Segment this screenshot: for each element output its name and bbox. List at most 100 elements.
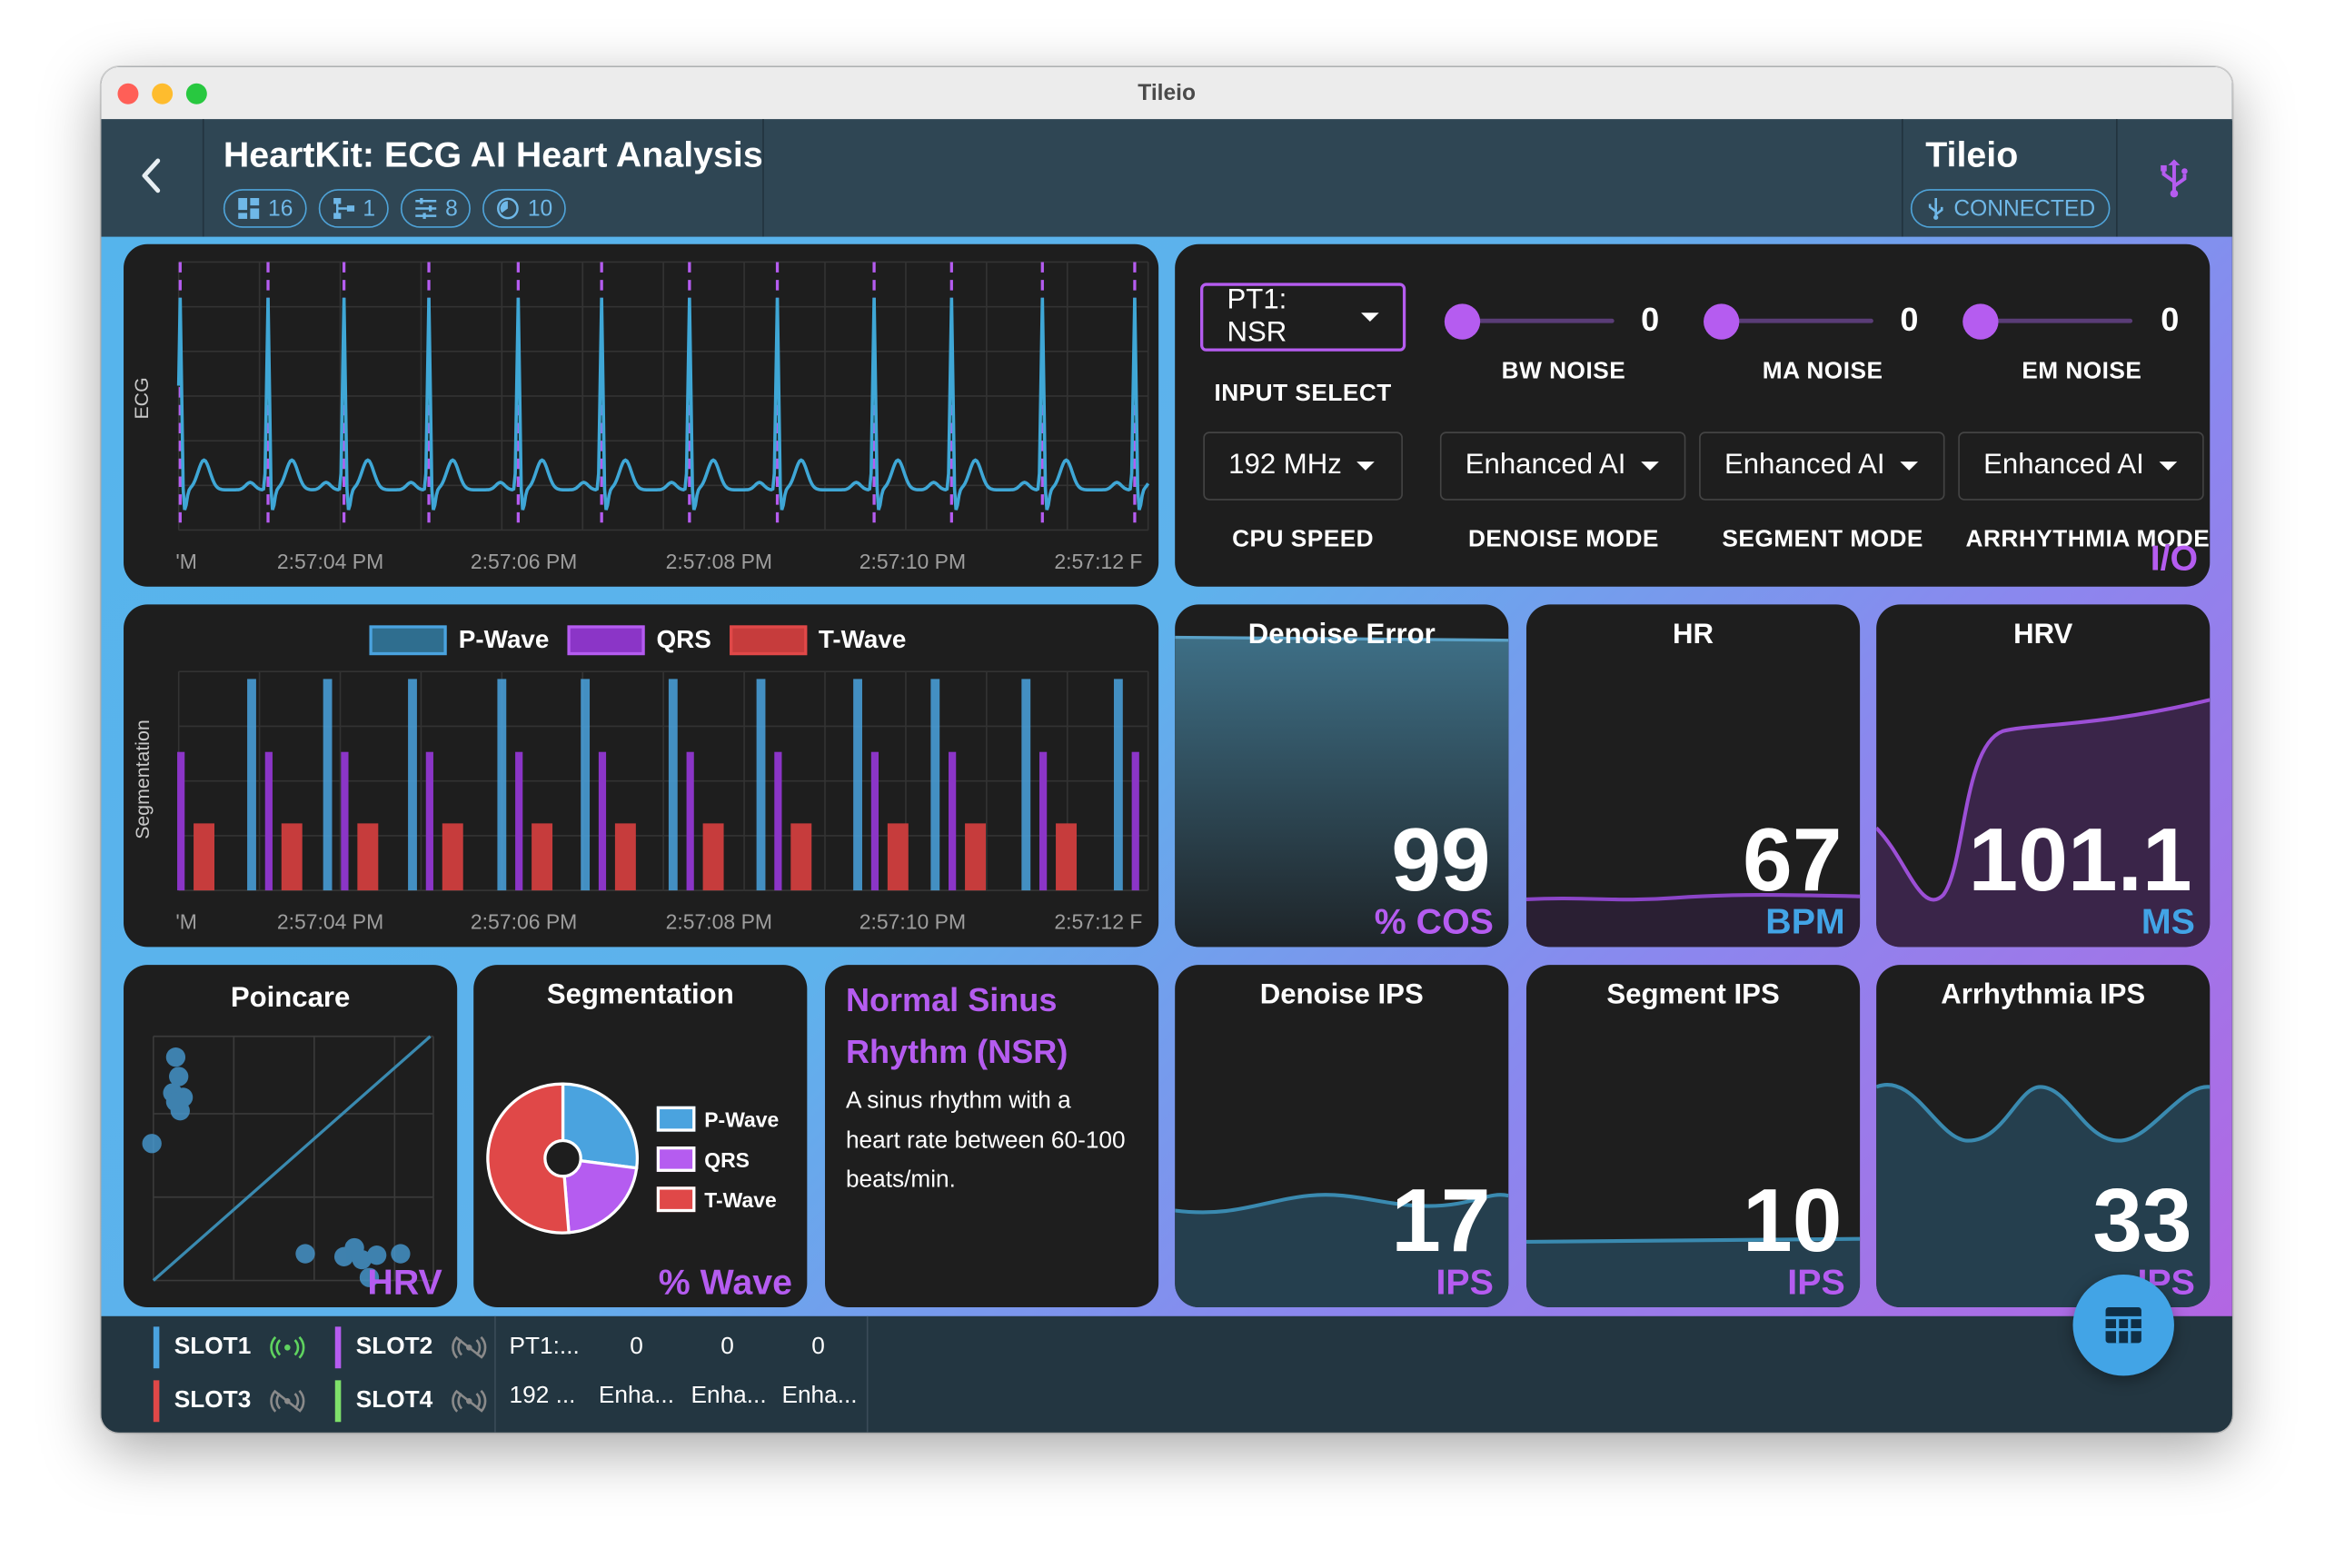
slot-2[interactable]: SLOT2 [334,1326,486,1369]
slot-label: SLOT2 [355,1334,433,1360]
status-footer: SLOT1 SLOT2 SLOT3 SLOT4 PT1:... 0 0 0 19… [101,1315,2232,1433]
qrs-bar [264,751,273,891]
ecg-tick: 2:57:08 PM [665,549,773,574]
chip-timer[interactable]: 10 [482,189,566,228]
denoise-ips-value: 17 [1391,1170,1491,1271]
bw-noise-slider[interactable] [1444,303,1615,340]
denoise-error-unit: % COS [1374,902,1494,943]
usb-connect-button[interactable] [2156,158,2191,200]
segmentation-pie-chart [486,1082,639,1235]
footer-cell: 0 [630,1334,643,1360]
pie-legend-qrs: QRS [656,1146,750,1172]
ecg-tick: 'M [175,549,197,574]
arrhythmia-mode-dropdown[interactable]: Enhanced AI [1958,432,2204,501]
io-label: I/O [2150,539,2199,580]
connection-status-text: CONNECTED [1953,195,2096,222]
em-noise-slider[interactable] [1962,303,2133,340]
cpu-speed-dropdown[interactable]: 192 MHz [1203,432,1403,501]
connection-status-badge[interactable]: CONNECTED [1910,189,2111,228]
chip-tree[interactable]: 1 [318,189,389,228]
footer-cell: Enha... [598,1383,674,1409]
ecg-tick: 2:57:04 PM [276,549,384,574]
qrs-bar [341,751,349,891]
chip-sliders[interactable]: 8 [400,189,472,228]
caret-down-icon [1899,461,1918,471]
qrs-bar [1131,751,1139,891]
dashboard-fab-button[interactable] [2072,1274,2174,1376]
signal-off-icon [451,1335,486,1359]
ma-noise-value: 0 [1900,301,1919,339]
t-wave-bar [532,823,553,891]
hrv-unit: MS [2141,902,2195,943]
slot-4[interactable]: SLOT4 [334,1380,486,1423]
rhythm-description: A sinus rhythm with a heart rate between… [845,1088,1126,1193]
ecg-chart-card[interactable]: ECG 'M 2:57:04 PM 2:57:06 PM 2:57:08 PM … [124,243,1159,587]
segmentation-plot [177,670,1149,891]
slot-1[interactable]: SLOT1 [153,1326,304,1369]
chip-tree-count: 1 [363,195,376,222]
p-wave-bar [408,679,417,891]
seg-tick: 'M [175,909,197,934]
denoise-mode-dropdown[interactable]: Enhanced AI [1439,432,1686,501]
qrs-bar [870,751,879,891]
seg-tick: 2:57:12 F [1054,909,1143,934]
ecg-tick: 2:57:12 F [1054,549,1143,574]
timer-icon [497,197,520,220]
input-select-dropdown[interactable]: PT1: NSR [1200,283,1406,352]
qrs-bar [774,751,782,891]
segmentation-pie-card[interactable]: Segmentation P-Wave QRS T-Wave % Wave [473,965,808,1308]
denoise-ips-card[interactable]: Denoise IPS 17 IPS [1175,965,1509,1308]
device-name: Tileio [1925,135,2019,176]
header-chips: 16 1 8 10 [223,189,566,228]
slot-3[interactable]: SLOT3 [153,1380,304,1423]
p-wave-bar [1113,679,1123,891]
input-select-value: PT1: NSR [1227,284,1287,349]
p-wave-bar [497,679,507,891]
ecg-tick: 2:57:06 PM [470,549,578,574]
p-wave-bar [853,679,862,891]
slot-label: SLOT1 [174,1334,252,1360]
ecg-tick: 2:57:10 PM [859,549,967,574]
p-wave-bar [581,679,591,891]
app-header: HeartKit: ECG AI Heart Analysis 16 1 8 1… [101,119,2232,237]
t-wave-bar [887,823,909,891]
rhythm-card[interactable]: Normal Sinus Rhythm (NSR) A sinus rhythm… [825,965,1159,1308]
qrs-bar [1039,751,1048,891]
segmentation-chart-card[interactable]: Segmentation P-Wave QRS T-Wave 'M 2:57:0… [124,604,1159,948]
controls-card: PT1: NSR INPUT SELECT 0 BW NOISE 0 MA NO… [1175,243,2211,587]
poincare-card[interactable]: Poincare HRV [124,965,458,1308]
segment-ips-unit: IPS [1787,1262,1845,1304]
tile-grid: ECG 'M 2:57:04 PM 2:57:06 PM 2:57:08 PM … [101,236,2232,1316]
t-wave-bar [281,823,303,891]
pie-legend-p-wave: P-Wave [656,1106,779,1132]
hr-card[interactable]: HR 67 BPM [1525,604,1861,948]
footer-cell: 0 [720,1334,734,1360]
chip-tiles[interactable]: 16 [223,189,307,228]
seg-tick: 2:57:04 PM [276,909,384,934]
back-button[interactable] [134,152,170,199]
input-select-label: INPUT SELECT [1214,381,1392,407]
poincare-unit: HRV [367,1262,442,1304]
chip-sliders-count: 8 [445,195,458,222]
window-titlebar: Tileio [101,66,2232,121]
segment-mode-dropdown[interactable]: Enhanced AI [1699,432,1945,501]
hrv-value: 101.1 [1968,809,2192,910]
hrv-title: HRV [2013,619,2073,651]
page-title: HeartKit: ECG AI Heart Analysis [223,135,763,176]
ma-noise-slider[interactable] [1704,303,1873,340]
seg-tick: 2:57:06 PM [470,909,578,934]
pie-legend-label: QRS [704,1146,750,1172]
segment-ips-value: 10 [1743,1170,1843,1271]
chip-timer-count: 10 [527,195,553,222]
hrv-card[interactable]: HRV 101.1 MS [1876,604,2211,948]
p-wave-bar [930,679,940,891]
denoise-mode-label: DENOISE MODE [1468,527,1659,553]
chevron-left-icon [142,158,161,194]
denoise-error-card[interactable]: Denoise Error 99 % COS [1175,604,1509,948]
qrs-bar [515,751,523,891]
segment-ips-card[interactable]: Segment IPS 10 IPS [1525,965,1861,1308]
t-wave-bar [965,823,987,891]
t-wave-bar [790,823,812,891]
arrhythmia-ips-card[interactable]: Arrhythmia IPS 33 IPS [1876,965,2211,1308]
usb-icon [1928,197,1943,220]
